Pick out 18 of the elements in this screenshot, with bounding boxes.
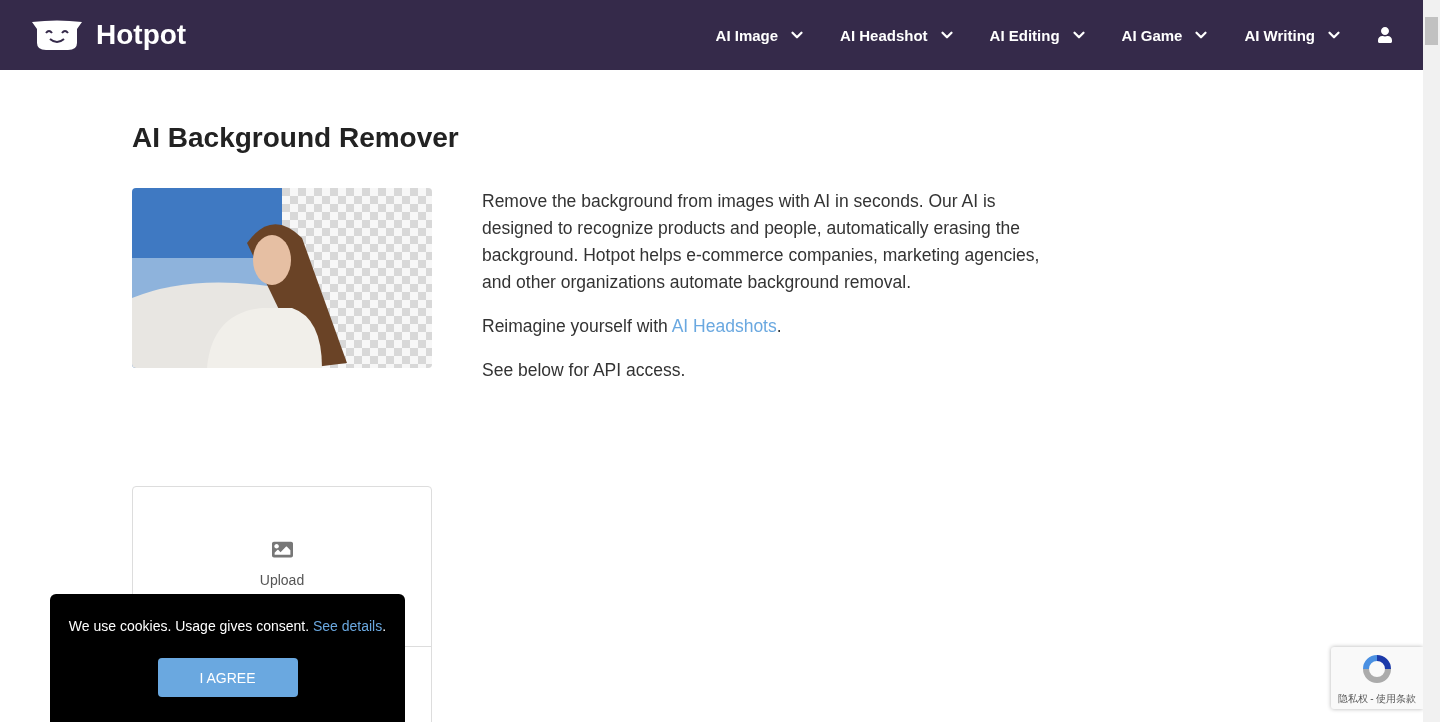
pot-logo-icon — [30, 19, 84, 51]
user-icon[interactable] — [1377, 27, 1393, 43]
recaptcha-badge[interactable]: 隐私权 - 使用条款 — [1331, 647, 1423, 709]
image-icon — [271, 539, 293, 560]
brand-name: Hotpot — [96, 19, 187, 51]
nav-menu-item[interactable]: AI Image — [715, 26, 807, 44]
upload-button[interactable]: Upload — [259, 539, 305, 588]
nav-menu-item[interactable]: AI Game — [1121, 26, 1211, 44]
brand-logo[interactable]: Hotpot — [30, 19, 187, 51]
intro-paragraph: Reimagine yourself with AI Headshots. — [482, 315, 783, 338]
nav-menu-item[interactable]: AI Editing — [989, 26, 1088, 44]
page-title: AI Background Remover — [132, 122, 460, 154]
intro-paragraph: Remove the background from images with AI in seconds. Our AI is designed to recognize products and people, automatically erasing the background. Hotpot helps e-commerce companies, marketing agencies, and other organizations automate background removal. — [482, 190, 1041, 294]
nav-menu-item[interactable]: AI Writing — [1244, 26, 1343, 44]
intro-paragraph: See below for API access. — [482, 359, 687, 382]
cookie-notice: We use cookies. Usage gives consent. See details. — [68, 618, 387, 634]
privacy-terms-links[interactable]: 隐私权 - 使用条款 — [1337, 692, 1417, 706]
nav-menu-item[interactable]: AI Headshot — [840, 26, 956, 44]
